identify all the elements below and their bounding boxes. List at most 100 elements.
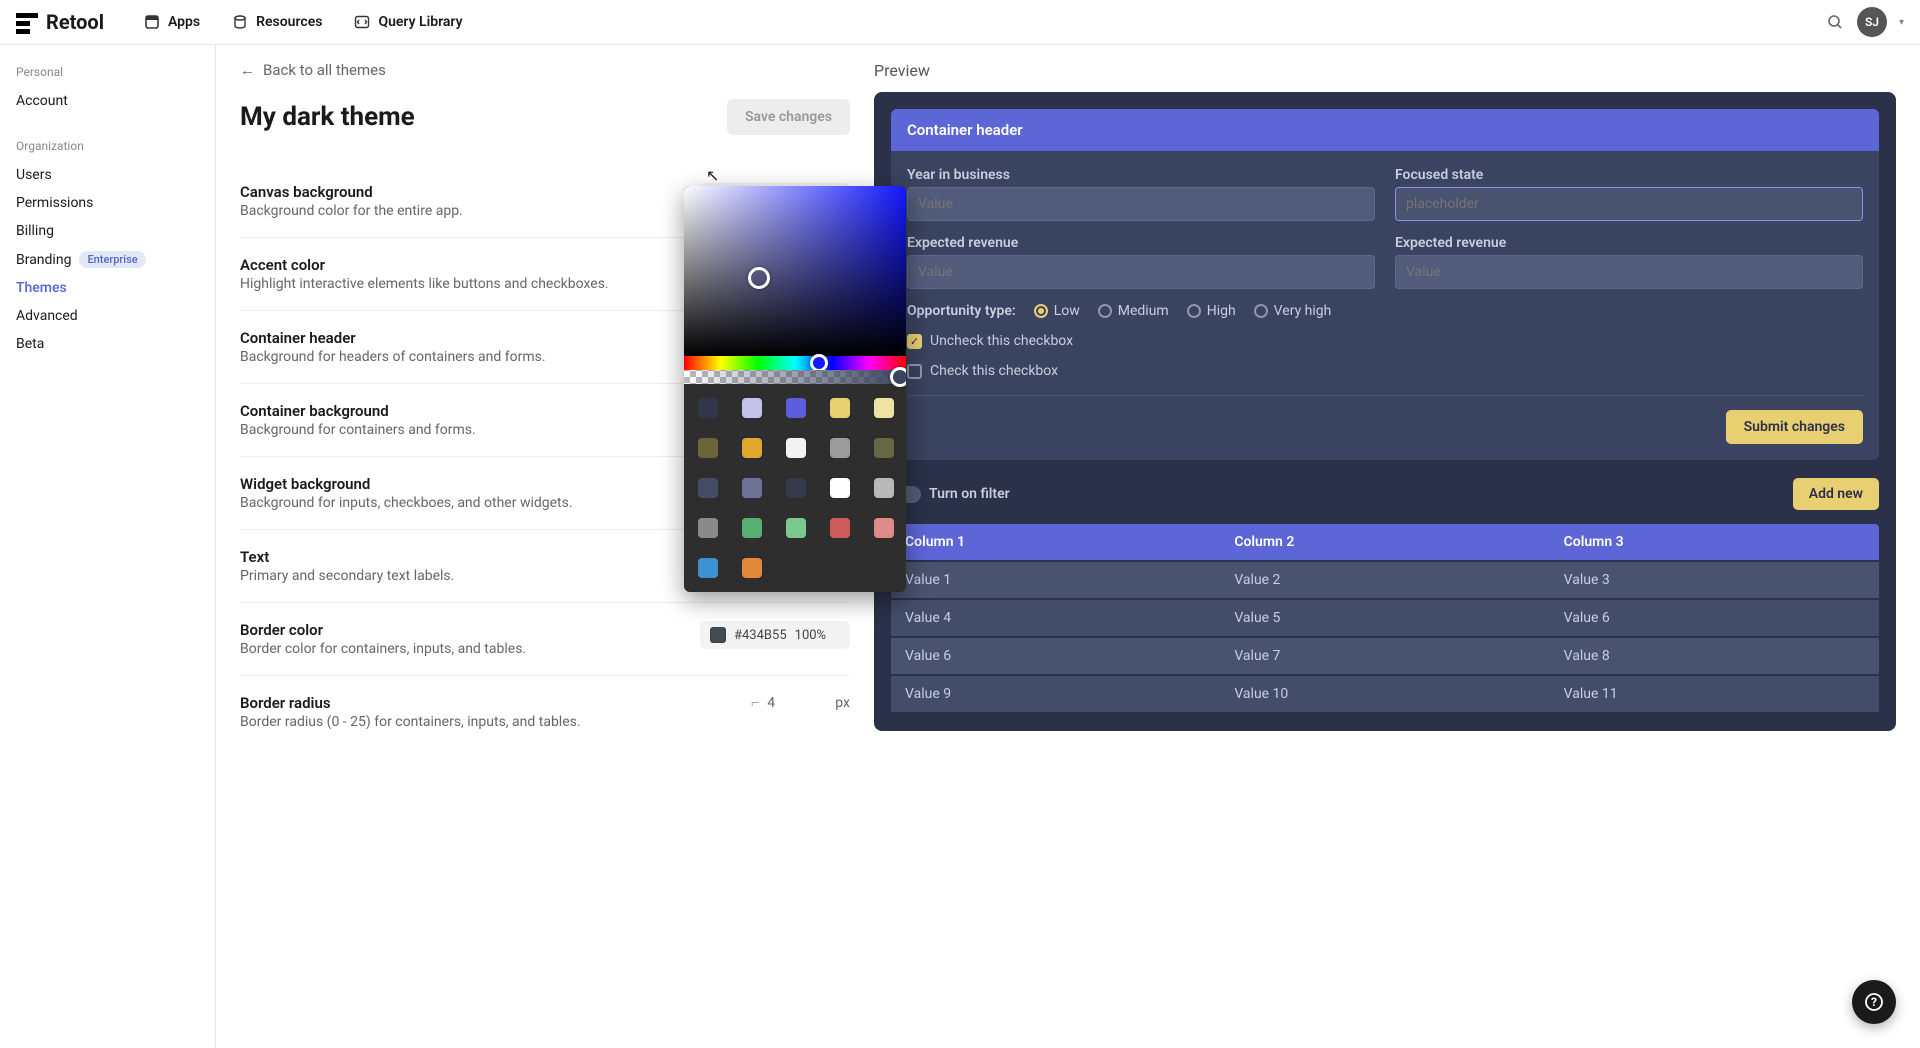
color-swatch[interactable] bbox=[830, 518, 850, 538]
table-header[interactable]: Column 1 bbox=[891, 524, 1220, 560]
sidebar-item-account[interactable]: Account bbox=[16, 87, 199, 115]
submit-changes-button[interactable]: Submit changes bbox=[1726, 410, 1863, 444]
color-swatch[interactable] bbox=[742, 558, 762, 578]
checkbox-icon bbox=[907, 364, 922, 379]
sidebar-item-themes[interactable]: Themes bbox=[16, 274, 199, 302]
sidebar-org-heading: Organization bbox=[16, 139, 199, 153]
back-link-label: Back to all themes bbox=[263, 61, 386, 79]
color-opacity: 100% bbox=[795, 628, 826, 643]
setting-label: Accent color bbox=[240, 256, 609, 274]
avatar[interactable]: SJ bbox=[1857, 7, 1887, 37]
setting-desc: Background for inputs, checkboes, and ot… bbox=[240, 495, 573, 511]
color-swatch[interactable] bbox=[786, 518, 806, 538]
color-swatch[interactable] bbox=[698, 518, 718, 538]
back-link[interactable]: ← Back to all themes bbox=[240, 61, 850, 79]
color-swatch[interactable] bbox=[786, 398, 806, 418]
setting-label: Text bbox=[240, 548, 454, 566]
field-label: Expected revenue bbox=[1395, 235, 1863, 251]
color-swatch[interactable] bbox=[786, 438, 806, 458]
color-swatch[interactable] bbox=[830, 478, 850, 498]
table-row[interactable]: Value 1Value 2Value 3 bbox=[891, 562, 1879, 598]
setting-border-color: Border color Border color for containers… bbox=[240, 603, 850, 676]
nav-query-library-label: Query Library bbox=[378, 14, 462, 30]
page-title: My dark theme bbox=[240, 102, 415, 132]
color-swatch[interactable] bbox=[786, 478, 806, 498]
sidebar-personal-heading: Personal bbox=[16, 65, 199, 79]
color-swatch[interactable] bbox=[874, 438, 894, 458]
radius-unit: px bbox=[835, 695, 850, 711]
border-radius-input[interactable]: ⌐ 4 px bbox=[751, 694, 850, 711]
setting-desc: Background for containers and forms. bbox=[240, 422, 476, 438]
code-icon bbox=[354, 14, 370, 30]
help-button[interactable]: ? bbox=[1852, 980, 1896, 1024]
radio-low[interactable]: Low bbox=[1034, 303, 1080, 319]
table-header[interactable]: Column 3 bbox=[1550, 524, 1879, 560]
setting-label: Canvas background bbox=[240, 183, 463, 201]
color-swatch[interactable] bbox=[698, 438, 718, 458]
save-changes-button[interactable]: Save changes bbox=[727, 99, 850, 135]
setting-desc: Background color for the entire app. bbox=[240, 203, 463, 219]
sidebar-item-advanced[interactable]: Advanced bbox=[16, 302, 199, 330]
color-swatch[interactable] bbox=[874, 398, 894, 418]
color-swatch[interactable] bbox=[742, 518, 762, 538]
revenue-input-2[interactable] bbox=[1395, 255, 1863, 289]
radio-high[interactable]: High bbox=[1187, 303, 1236, 319]
color-swatch[interactable] bbox=[698, 398, 718, 418]
nav-query-library[interactable]: Query Library bbox=[354, 14, 462, 30]
checkbox-uncheck[interactable]: ✓ Uncheck this checkbox bbox=[907, 333, 1863, 349]
checkbox-check[interactable]: Check this checkbox bbox=[907, 363, 1863, 379]
preview-form-container: Container header Year in business Focuse… bbox=[891, 109, 1879, 460]
chevron-down-icon[interactable]: ▾ bbox=[1899, 17, 1904, 28]
year-input[interactable] bbox=[907, 187, 1375, 221]
table-row[interactable]: Value 6Value 7Value 8 bbox=[891, 638, 1879, 674]
logo[interactable]: Retool bbox=[16, 10, 104, 34]
nav: Apps Resources Query Library bbox=[144, 14, 463, 30]
corner-icon: ⌐ bbox=[751, 694, 759, 711]
revenue-input-1[interactable] bbox=[907, 255, 1375, 289]
setting-label: Container background bbox=[240, 402, 476, 420]
checkbox-icon: ✓ bbox=[907, 334, 922, 349]
focused-input[interactable] bbox=[1395, 187, 1863, 221]
color-swatch[interactable] bbox=[698, 558, 718, 578]
radio-icon bbox=[1034, 304, 1048, 318]
sidebar-item-billing[interactable]: Billing bbox=[16, 217, 199, 245]
color-swatch[interactable] bbox=[830, 438, 850, 458]
color-picker-alpha-slider[interactable] bbox=[684, 370, 906, 384]
preview-canvas: Container header Year in business Focuse… bbox=[874, 92, 1896, 731]
sidebar-item-label: Account bbox=[16, 93, 68, 109]
sidebar-item-branding[interactable]: BrandingEnterprise bbox=[16, 245, 199, 274]
sidebar-item-permissions[interactable]: Permissions bbox=[16, 189, 199, 217]
nav-apps[interactable]: Apps bbox=[144, 14, 200, 30]
radio-medium[interactable]: Medium bbox=[1098, 303, 1169, 319]
setting-desc: Border color for containers, inputs, and… bbox=[240, 641, 526, 657]
add-new-button[interactable]: Add new bbox=[1793, 478, 1879, 510]
table-row[interactable]: Value 9Value 10Value 11 bbox=[891, 676, 1879, 712]
search-button[interactable] bbox=[1825, 12, 1845, 32]
preview-container-header: Container header bbox=[891, 109, 1879, 151]
color-swatch[interactable] bbox=[830, 398, 850, 418]
preview-heading: Preview bbox=[874, 61, 1896, 80]
color-chip-border[interactable]: #434B55 100% bbox=[700, 621, 850, 649]
nav-resources-label: Resources bbox=[256, 14, 322, 30]
color-picker-hue-slider[interactable] bbox=[684, 356, 906, 370]
field-label: Expected revenue bbox=[907, 235, 1375, 251]
field-label: Focused state bbox=[1395, 167, 1863, 183]
sidebar: Personal Account Organization Users Perm… bbox=[0, 45, 216, 1048]
color-swatch[interactable] bbox=[742, 438, 762, 458]
table-row[interactable]: Value 4Value 5Value 6 bbox=[891, 600, 1879, 636]
nav-resources[interactable]: Resources bbox=[232, 14, 322, 30]
color-swatch[interactable] bbox=[742, 478, 762, 498]
color-swatch[interactable] bbox=[742, 398, 762, 418]
color-picker-saturation-value[interactable] bbox=[684, 186, 906, 356]
database-icon bbox=[232, 14, 248, 30]
setting-label: Border radius bbox=[240, 694, 581, 712]
sidebar-item-users[interactable]: Users bbox=[16, 161, 199, 189]
table-header[interactable]: Column 2 bbox=[1220, 524, 1549, 560]
color-swatch[interactable] bbox=[874, 478, 894, 498]
color-hex: #434B55 bbox=[734, 628, 787, 643]
nav-apps-label: Apps bbox=[168, 14, 200, 30]
sidebar-item-beta[interactable]: Beta bbox=[16, 330, 199, 358]
radio-very-high[interactable]: Very high bbox=[1254, 303, 1332, 319]
color-swatch[interactable] bbox=[874, 518, 894, 538]
color-swatch[interactable] bbox=[698, 478, 718, 498]
